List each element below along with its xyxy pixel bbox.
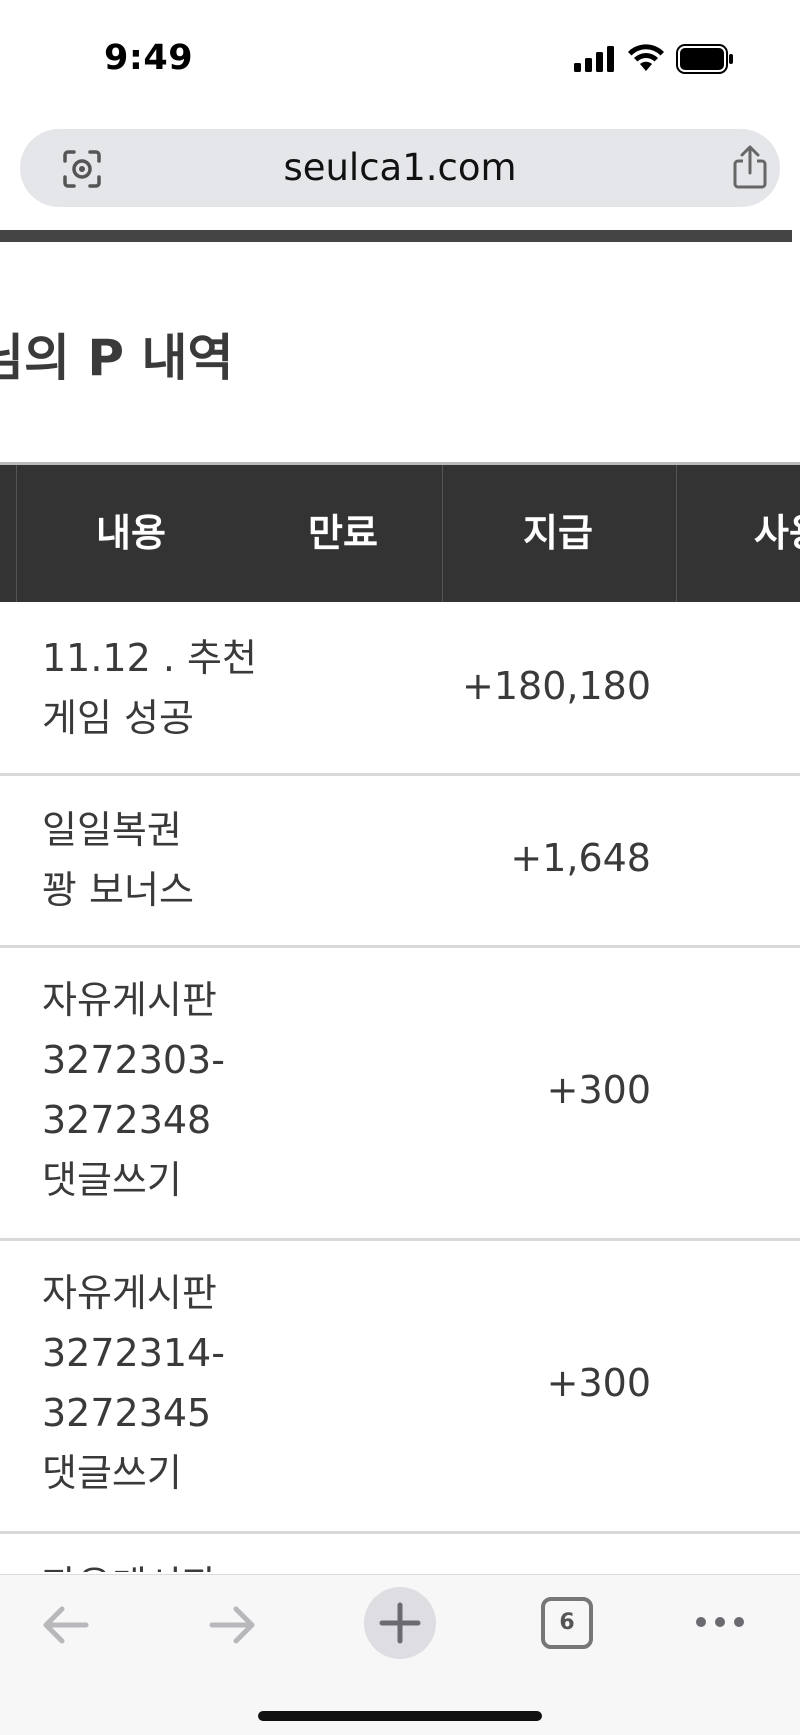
more-icon[interactable] [694, 1607, 746, 1637]
row-content: 자유게시판 3272314- 3272345 댓글쓰기 [42, 1263, 262, 1503]
home-indicator [258, 1711, 542, 1721]
header-content: 내용 [96, 511, 166, 555]
content-line: 댓글쓰기 [42, 1451, 182, 1495]
content-line: 자유게시판 [42, 1554, 217, 1572]
row-amount: +180,180 [462, 664, 651, 708]
header-paid: 지급 [523, 511, 593, 555]
content-line: 게임 성공 [42, 696, 194, 740]
table-row: 자유게시판 3272303- 3272348 댓글쓰기 +300 [0, 948, 800, 1241]
wifi-icon [628, 44, 664, 71]
table-row: 자유게시판 3272314- 3272345 댓글쓰기 +300 [0, 1241, 800, 1534]
content-line: 3272345 [42, 1391, 212, 1435]
status-bar: 9:49 [0, 0, 800, 115]
row-content: 11.12 . 추천 게임 성공 [42, 628, 262, 748]
table-header: 내용 만료 지급 사용 [0, 462, 800, 602]
header-divider [676, 465, 677, 602]
back-arrow-icon[interactable] [40, 1601, 90, 1649]
header-expiry: 만료 [308, 511, 378, 555]
header-divider [16, 465, 17, 602]
tabs-icon[interactable]: 6 [541, 1597, 593, 1649]
new-tab-button[interactable] [364, 1587, 436, 1659]
content-line: 3272303- [42, 1038, 225, 1082]
top-divider [0, 230, 792, 242]
browser-toolbar: 6 [0, 1574, 800, 1735]
page-title: 님의 P 내역 [0, 329, 234, 387]
table-row: 11.12 . 추천 게임 성공 +180,180 [0, 602, 800, 776]
header-divider [442, 465, 443, 602]
content-line: 자유게시판 [42, 1271, 217, 1315]
forward-arrow-icon[interactable] [208, 1601, 258, 1649]
status-time: 9:49 [104, 38, 194, 78]
content-line: 3272314- [42, 1331, 225, 1375]
content-line: 3272348 [42, 1098, 212, 1142]
plus-icon [379, 1602, 421, 1644]
table-row-partial: 자유게시판 [0, 1532, 800, 1572]
row-amount: +300 [546, 1361, 651, 1405]
row-content: 자유게시판 3272303- 3272348 댓글쓰기 [42, 970, 262, 1210]
share-icon[interactable] [730, 145, 770, 189]
row-content: 일일복권 꽝 보너스 [42, 800, 262, 920]
content-line: 일일복권 [42, 808, 182, 852]
url-text[interactable]: seulca1.com [20, 129, 780, 207]
header-used: 사용 [754, 511, 800, 555]
content-line: 꽝 보너스 [42, 868, 194, 912]
content-line: 댓글쓰기 [42, 1158, 182, 1202]
signal-icon [574, 46, 614, 72]
table-row: 일일복권 꽝 보너스 +1,648 [0, 776, 800, 948]
row-amount: +300 [546, 1068, 651, 1112]
content-line: 자유게시판 [42, 978, 217, 1022]
address-bar[interactable]: seulca1.com [20, 129, 780, 207]
row-amount: +1,648 [510, 836, 651, 880]
content-line: 11.12 . 추천 [42, 636, 257, 680]
battery-icon [676, 44, 733, 74]
